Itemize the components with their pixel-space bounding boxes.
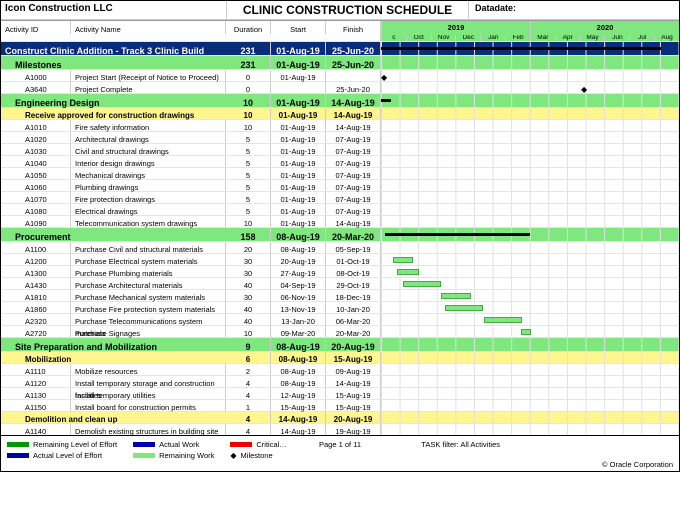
- page-footer: Remaining Level of Effort Actual Level o…: [1, 435, 679, 471]
- legend-milestone: Milestone: [230, 451, 286, 460]
- sub-row: Receive approved for construction drawin…: [1, 107, 679, 119]
- group-row: Procurement15808-Aug-1920-Mar-20: [1, 227, 679, 241]
- year-row: 20192020: [381, 21, 679, 35]
- col-id-header: Activity ID: [1, 21, 71, 34]
- legend-actual-loe: Actual Level of Effort: [7, 451, 117, 460]
- page-title: CLINIC CONSTRUCTION SCHEDULE: [226, 1, 469, 19]
- activity-row: A1090Telecommunication system drawings10…: [1, 215, 679, 227]
- activity-row: A2320Purchase Telecommunications system …: [1, 313, 679, 325]
- activity-row: A1860Purchase Fire protection system mat…: [1, 301, 679, 313]
- activity-row: A1110Mobilize resources208-Aug-1909-Aug-…: [1, 363, 679, 375]
- group-row: Milestones23101-Aug-1925-Jun-20: [1, 55, 679, 69]
- schedule-page: Icon Construction LLC CLINIC CONSTRUCTIO…: [0, 0, 680, 472]
- legend-remaining-work: Remaining Work: [133, 451, 214, 460]
- activity-row: A1030Civil and structural drawings501-Au…: [1, 143, 679, 155]
- task-filter: TASK filter: All Activities: [421, 440, 500, 449]
- activity-row: A1060Plumbing drawings501-Aug-1907-Aug-1…: [1, 179, 679, 191]
- timeline-header: 20192020: [381, 21, 679, 34]
- group-row: Site Preparation and Mobilization908-Aug…: [1, 337, 679, 351]
- activity-row: A2720Purchase Signages1009-Mar-2020-Mar-…: [1, 325, 679, 337]
- legend-remaining-loe: Remaining Level of Effort: [7, 440, 117, 449]
- activity-row: A1010Fire safety information1001-Aug-191…: [1, 119, 679, 131]
- group-row: Engineering Design1001-Aug-1914-Aug-19: [1, 93, 679, 107]
- month-row: cOctNovDecJanFebMarAprMayJunJulAug: [1, 34, 679, 41]
- page-number: Page 1 of 11: [319, 440, 361, 449]
- col-finish-header: Finish: [326, 21, 381, 34]
- activity-row: A1810Purchase Mechanical system material…: [1, 289, 679, 301]
- activity-row: A1070Fire protection drawings501-Aug-190…: [1, 191, 679, 203]
- activity-row: A1040Interior design drawings501-Aug-190…: [1, 155, 679, 167]
- activity-row: A1080Electrical drawings501-Aug-1907-Aug…: [1, 203, 679, 215]
- sub-row: Mobilization608-Aug-1915-Aug-19: [1, 351, 679, 363]
- activity-row: A1430Purchase Architectural materials400…: [1, 277, 679, 289]
- activity-row: A1120Install temporary storage and const…: [1, 375, 679, 387]
- activity-row: A1130Install temporary utilities412-Aug-…: [1, 387, 679, 399]
- column-headers: Activity ID Activity Name Duration Start…: [1, 20, 679, 34]
- activity-row: A1150Install board for construction perm…: [1, 399, 679, 411]
- datadate-label: Datadate:: [469, 1, 679, 19]
- legend-actual-work: Actual Work: [133, 440, 214, 449]
- summary-top-row: Construct Clinic Addition - Track 3 Clin…: [1, 41, 679, 55]
- activity-row: A1300Purchase Plumbing materials3027-Aug…: [1, 265, 679, 277]
- activity-row: A1050Mechanical drawings501-Aug-1907-Aug…: [1, 167, 679, 179]
- legend-critical: Critical…: [230, 440, 286, 449]
- col-name-header: Activity Name: [71, 21, 226, 34]
- col-start-header: Start: [271, 21, 326, 34]
- activity-row: A1100Purchase Civil and structural mater…: [1, 241, 679, 253]
- col-dur-header: Duration: [226, 21, 271, 34]
- activity-row: A1140Demolish existing structures in bui…: [1, 423, 679, 435]
- activity-row: A1020Architectural drawings501-Aug-1907-…: [1, 131, 679, 143]
- sub-row: Demolition and clean up414-Aug-1920-Aug-…: [1, 411, 679, 423]
- page-header: Icon Construction LLC CLINIC CONSTRUCTIO…: [1, 1, 679, 20]
- copyright: © Oracle Corporation: [602, 460, 673, 469]
- activity-row: A1000Project Start (Receipt of Notice to…: [1, 69, 679, 81]
- company-name: Icon Construction LLC: [1, 1, 226, 19]
- activity-table: Construct Clinic Addition - Track 3 Clin…: [1, 41, 679, 435]
- activity-row: A3640Project Complete025-Jun-20◆: [1, 81, 679, 93]
- activity-row: A1200Purchase Electrical system material…: [1, 253, 679, 265]
